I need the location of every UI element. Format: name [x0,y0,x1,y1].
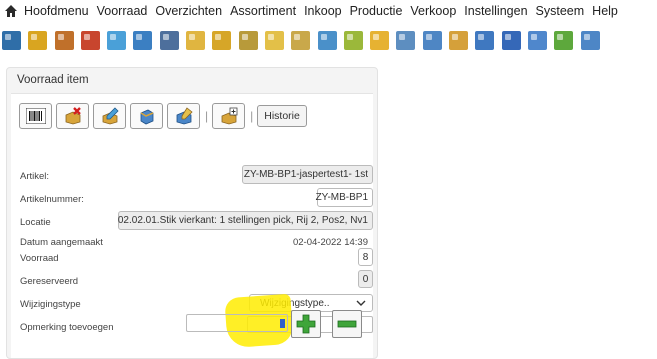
delete-icon [65,107,81,125]
icon-toolbar [2,28,607,52]
menu-productie[interactable]: Productie [350,4,403,18]
menu-help[interactable]: Help [592,4,618,18]
tb-doc-icon[interactable] [422,30,442,50]
tb-truck-icon[interactable] [159,30,179,50]
tb-stock-list-icon[interactable] [2,30,21,50]
minus-icon [337,320,357,328]
menu-verkoop[interactable]: Verkoop [410,4,456,18]
barcode-button[interactable] [19,103,52,129]
tb-blue-box-icon[interactable] [475,30,495,50]
gereserveerd-label: Gereserveerd [20,276,79,287]
move-button[interactable] [130,103,163,129]
edit-button[interactable] [93,103,126,129]
tb-box-search-icon[interactable] [238,30,258,50]
tb-pencil-icon[interactable] [107,30,127,50]
tb-tools-icon[interactable] [80,30,100,50]
barcode-icon [25,108,46,124]
datum-aangemaakt-value: 02-04-2022 14:39 [292,237,368,248]
tb-search-icon[interactable] [264,30,284,50]
tb-box-icon[interactable] [212,30,232,50]
artikelnummer-value: ZY-MB-BP1 [316,188,373,207]
tb-box-add-icon[interactable] [28,30,48,50]
main-menu-bar: Hoofdmenu Voorraad Overzichten Assortime… [0,0,657,22]
voorraad-value: 8 [358,248,373,266]
home-icon[interactable] [4,4,18,18]
decrease-quantity-button[interactable] [332,310,362,338]
delete-button[interactable] [56,103,89,129]
tb-check-icon[interactable] [554,30,574,50]
tb-gift-icon[interactable] [449,30,469,50]
menu-voorraad[interactable]: Voorraad [97,4,148,18]
chevron-down-icon [356,300,366,306]
tb-grid-icon[interactable] [133,30,153,50]
tb-users-icon[interactable] [54,30,74,50]
tb-zoom-icon[interactable] [291,30,311,50]
tb-edit-icon[interactable] [186,30,206,50]
tb-cart-icon[interactable] [343,30,363,50]
locatie-value: 02.02.01.Stik vierkant: 1 stellingen pic… [118,211,373,230]
menu-instellingen[interactable]: Instellingen [464,4,527,18]
artikelnummer-label: Artikelnummer: [20,194,84,205]
menu-systeem[interactable]: Systeem [536,4,585,18]
wijzigingstype-label: Wijzigingstype [20,299,81,310]
edit-icon [102,107,119,125]
quantity-input[interactable] [186,314,288,332]
tb-star-icon[interactable] [370,30,390,50]
action-button-row: | | Historie [19,103,307,129]
tb-globe-icon[interactable] [317,30,337,50]
increase-quantity-button[interactable] [291,310,321,338]
transfer-icon [176,107,193,125]
menu-inkoop[interactable]: Inkoop [304,4,342,18]
tb-user-icon[interactable] [580,30,600,50]
transfer-button[interactable] [167,103,200,129]
history-button[interactable]: Historie [257,105,307,127]
button-separator: | [250,109,254,123]
menu-assortiment[interactable]: Assortiment [230,4,296,18]
artikel-value: ZY-MB-BP1-jaspertest1- 1st [242,165,373,184]
button-separator: | [205,109,209,123]
menu-hoofdmenu[interactable]: Hoofdmenu [24,4,89,18]
add-button[interactable] [212,103,246,129]
gereserveerd-value: 0 [358,270,373,288]
artikel-label: Artikel: [20,171,50,182]
opmerking-label: Opmerking toevoegen [20,322,114,333]
tb-cube-icon[interactable] [501,30,521,50]
datum-aangemaakt-label: Datum aangemaakt [20,237,103,248]
menu-overzichten[interactable]: Overzichten [155,4,222,18]
plus-icon [296,314,316,334]
panel-title: Voorraad item [17,74,89,86]
tb-arrow-icon[interactable] [527,30,547,50]
tb-pen-icon[interactable] [396,30,416,50]
add-icon [221,107,238,125]
move-icon [140,109,153,125]
locatie-label: Locatie [20,217,51,228]
text-cursor [280,319,285,328]
voorraad-label: Voorraad [20,253,59,264]
